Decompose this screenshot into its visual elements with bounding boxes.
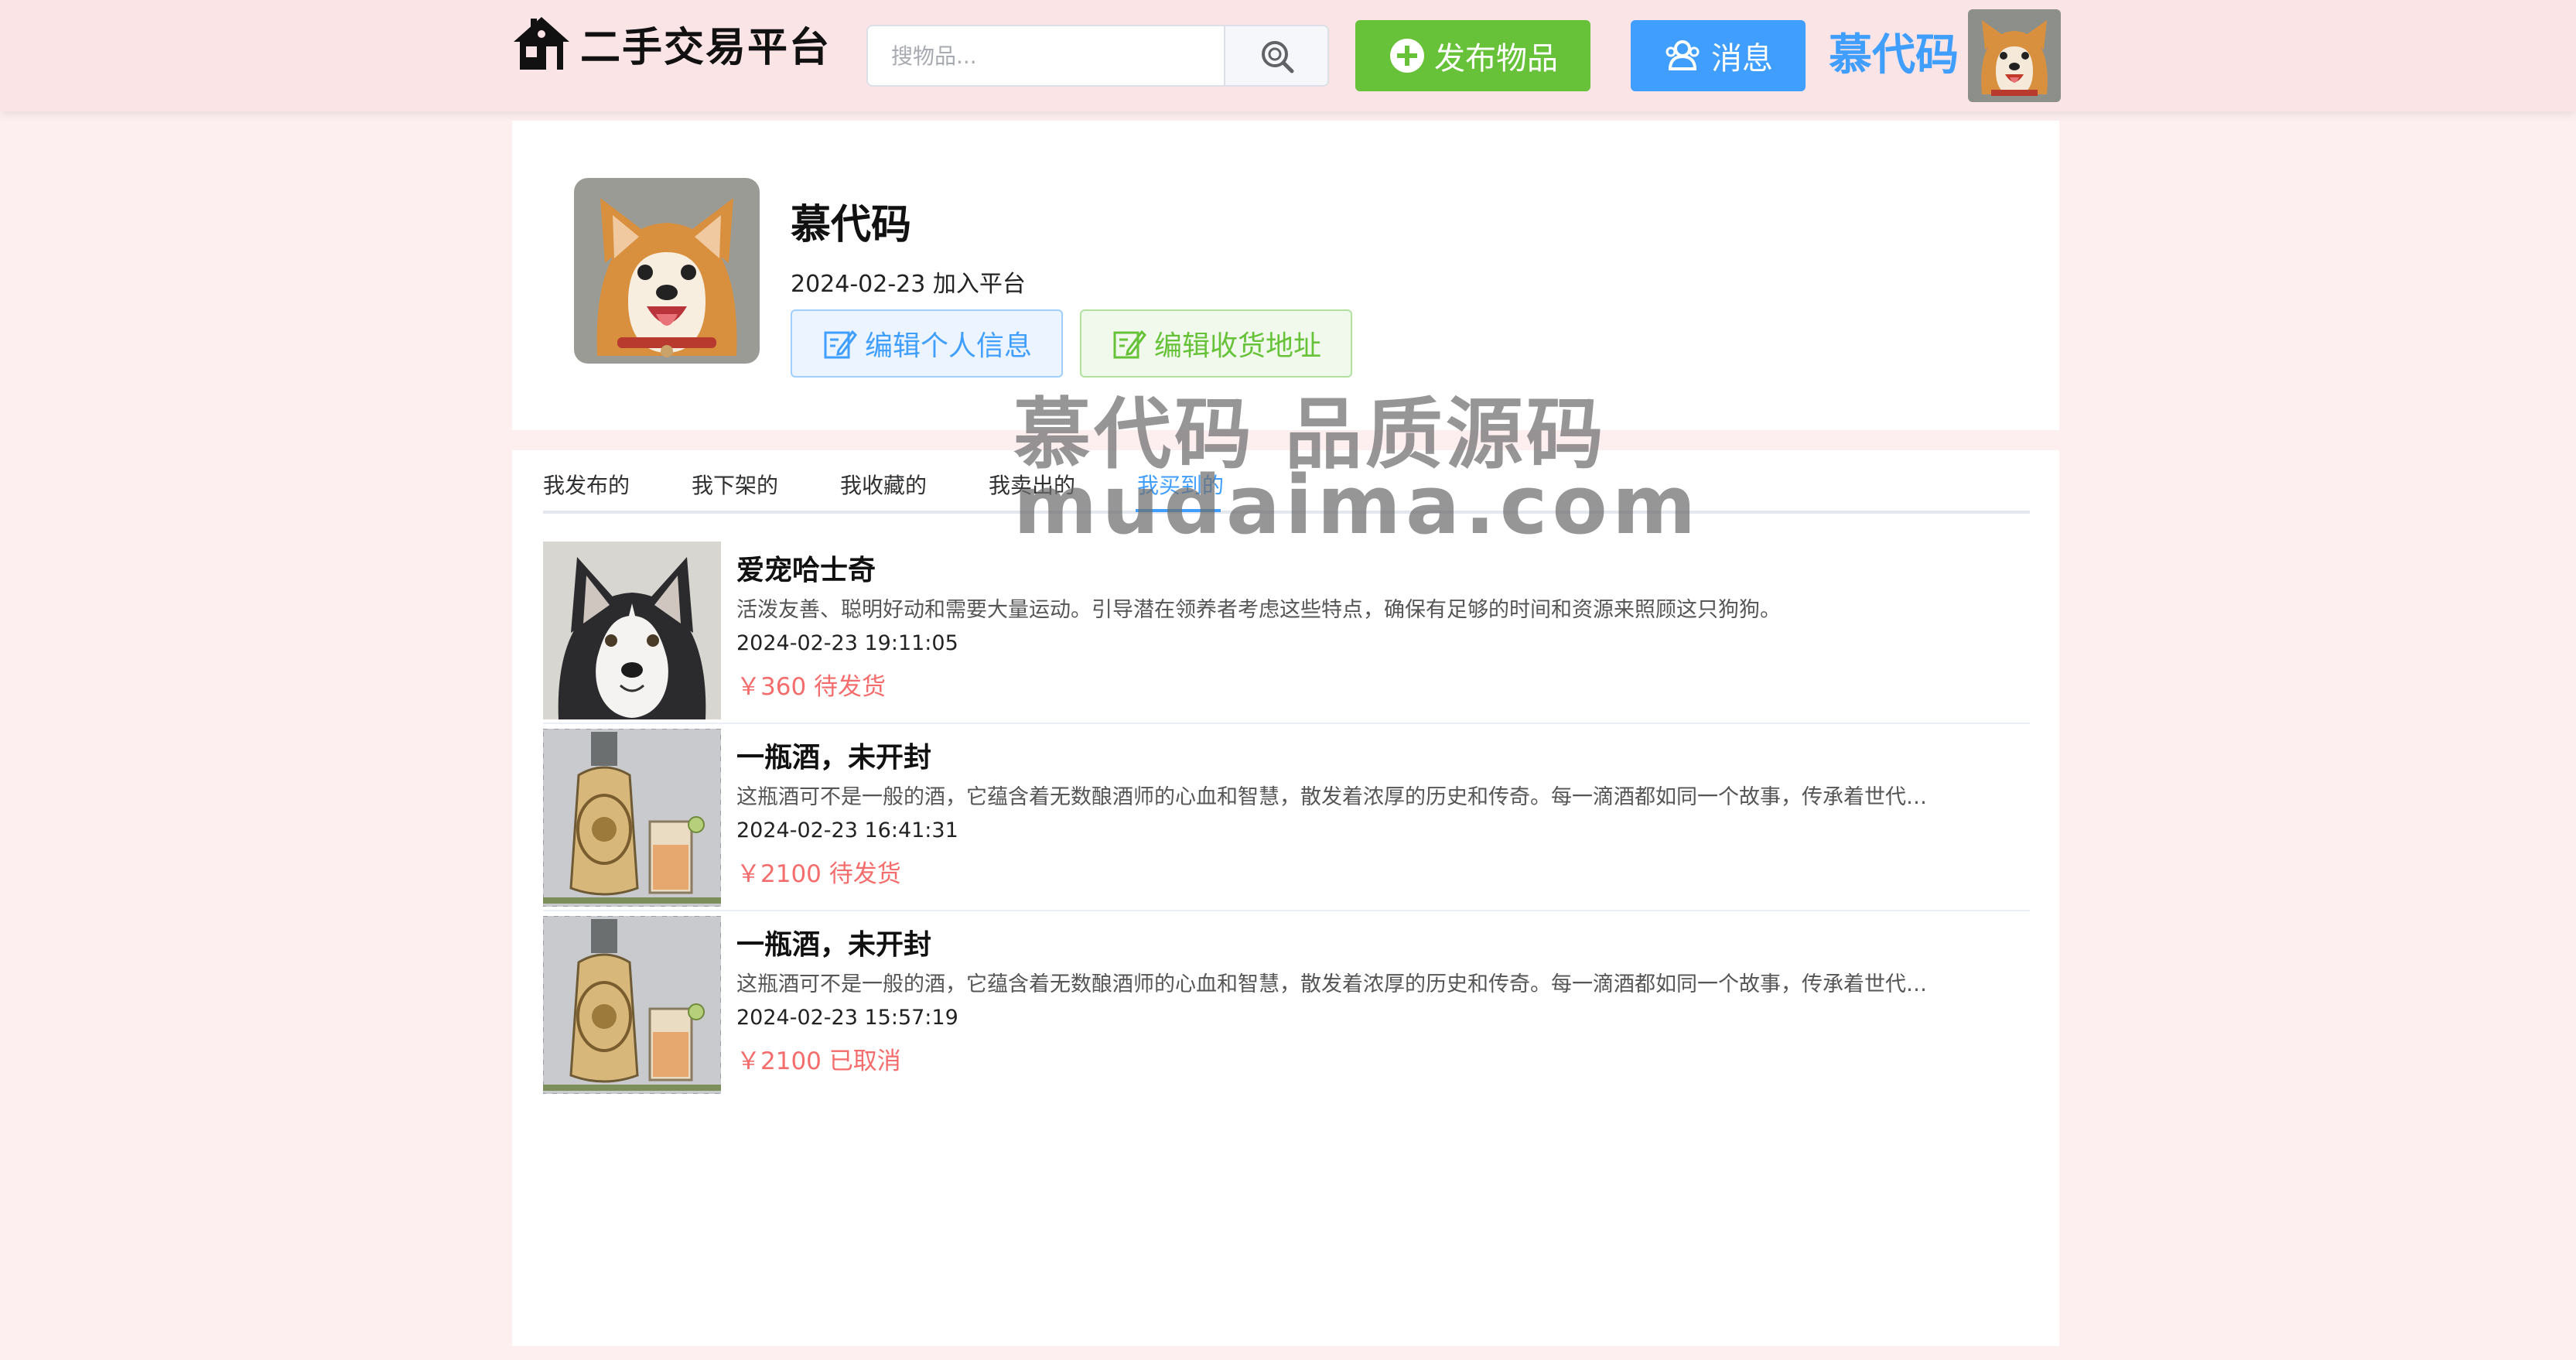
- users-icon: [1666, 40, 1700, 70]
- item-price: ￥2100: [736, 1047, 822, 1075]
- messages-button[interactable]: 消息: [1631, 20, 1806, 91]
- tab-bought[interactable]: 我买到的: [1137, 469, 1224, 500]
- plus-circle-icon: [1390, 39, 1424, 73]
- item-price-status: ￥360 待发货: [736, 667, 886, 702]
- house-icon: [514, 17, 569, 70]
- top-navbar: 二手交易平台 发布物品 消息 慕代码: [0, 0, 2576, 111]
- item-thumbnail[interactable]: [543, 542, 721, 719]
- item-title[interactable]: 一瓶酒，未开封: [736, 922, 931, 962]
- edit-profile-button[interactable]: 编辑个人信息: [791, 309, 1063, 378]
- orders-list-card: 我发布的 我下架的 我收藏的 我卖出的 我买到的 爱宠哈士奇 活泼友善、聪明好动…: [512, 450, 2059, 1346]
- item-status: 待发货: [814, 673, 887, 701]
- item-price-status: ￥2100 待发货: [736, 854, 901, 889]
- item-time: 2024-02-23 15:57:19: [736, 1006, 958, 1030]
- liquor-bottle-image: [543, 729, 721, 907]
- messages-label: 消息: [1711, 41, 1773, 77]
- tab-delisted[interactable]: 我下架的: [692, 469, 778, 500]
- active-tab-indicator: [1136, 509, 1221, 512]
- tab-favorites[interactable]: 我收藏的: [840, 469, 927, 500]
- item-status: 待发货: [828, 860, 901, 888]
- item-description: 这瓶酒可不是一般的酒，它蕴含着无数酿酒师的心血和智慧，散发着浓厚的历史和传奇。每…: [736, 972, 1927, 996]
- header-username[interactable]: 慕代码: [1829, 26, 1959, 85]
- logo[interactable]: 二手交易平台: [511, 12, 831, 74]
- item-status: 已取消: [828, 1047, 901, 1075]
- edit-icon: [1113, 330, 1146, 359]
- profile-joined-date: 2024-02-23 加入平台: [791, 271, 1026, 298]
- tab-published[interactable]: 我发布的: [543, 469, 630, 500]
- item-title[interactable]: 一瓶酒，未开封: [736, 735, 931, 775]
- search-icon: [1262, 41, 1294, 73]
- logo-text: 二手交易平台: [580, 24, 832, 71]
- tab-sold[interactable]: 我卖出的: [989, 469, 1075, 500]
- search-box: [866, 25, 1329, 87]
- user-avatar[interactable]: [1968, 9, 2061, 102]
- publish-label: 发布物品: [1434, 41, 1558, 77]
- profile-name: 慕代码: [791, 202, 912, 248]
- liquor-bottle-image: [543, 916, 721, 1094]
- profile-avatar: [574, 178, 760, 364]
- list-item[interactable]: 一瓶酒，未开封 这瓶酒可不是一般的酒，它蕴含着无数酿酒师的心血和智慧，散发着浓厚…: [543, 724, 2030, 911]
- search-button[interactable]: [1224, 26, 1327, 85]
- item-description: 活泼友善、聪明好动和需要大量运动。引导潜在领养者考虑这些特点，确保有足够的时间和…: [736, 598, 1781, 622]
- list-item[interactable]: 爱宠哈士奇 活泼友善、聪明好动和需要大量运动。引导潜在领养者考虑这些特点，确保有…: [543, 537, 2030, 724]
- list-item[interactable]: 一瓶酒，未开封 这瓶酒可不是一般的酒，它蕴含着无数酿酒师的心血和智慧，散发着浓厚…: [543, 911, 2030, 1099]
- item-price: ￥2100: [736, 860, 822, 888]
- edit-address-label: 编辑收货地址: [1153, 330, 1321, 362]
- item-price: ￥360: [736, 673, 807, 701]
- shiba-dog-avatar-image: [1968, 9, 2061, 102]
- item-time: 2024-02-23 16:41:31: [736, 818, 958, 842]
- profile-card: 慕代码 2024-02-23 加入平台 编辑个人信息 编辑收货地址: [512, 121, 2059, 430]
- item-time: 2024-02-23 19:11:05: [736, 631, 958, 655]
- publish-item-button[interactable]: 发布物品: [1355, 20, 1590, 91]
- item-title[interactable]: 爱宠哈士奇: [736, 548, 876, 588]
- item-thumbnail[interactable]: [543, 729, 721, 907]
- item-thumbnail[interactable]: [543, 916, 721, 1094]
- edit-icon: [824, 330, 857, 359]
- search-input[interactable]: [868, 26, 1224, 85]
- husky-dog-image: [543, 542, 721, 719]
- item-price-status: ￥2100 已取消: [736, 1041, 901, 1076]
- tabs: 我发布的 我下架的 我收藏的 我卖出的 我买到的: [543, 450, 2030, 514]
- shiba-dog-avatar-image: [574, 178, 760, 364]
- edit-profile-label: 编辑个人信息: [864, 330, 1032, 362]
- edit-address-button[interactable]: 编辑收货地址: [1080, 309, 1352, 378]
- item-description: 这瓶酒可不是一般的酒，它蕴含着无数酿酒师的心血和智慧，散发着浓厚的历史和传奇。每…: [736, 785, 1927, 809]
